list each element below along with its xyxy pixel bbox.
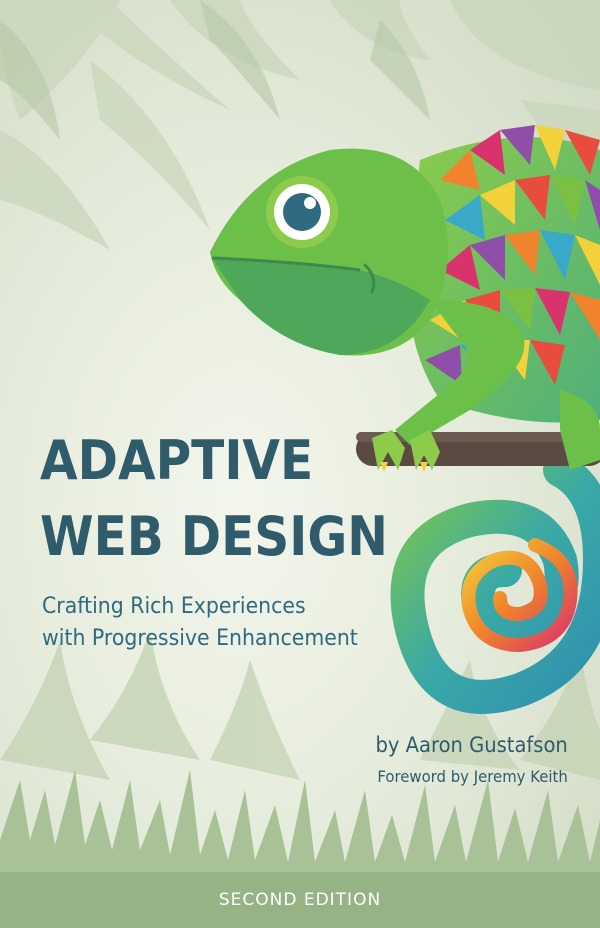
edition-label: SECOND EDITION <box>218 890 382 910</box>
author-name: by Aaron Gustafson <box>375 733 568 757</box>
foreword-credit: Foreword by Jeremy Keith <box>377 767 568 786</box>
chameleon-body <box>210 125 600 472</box>
chameleon-tail <box>390 453 600 714</box>
subtitle-line-2: with Progressive Enhancement <box>42 626 358 651</box>
subtitle-line-1: Crafting Rich Experiences <box>42 594 306 619</box>
title-line-2: WEB DESIGN <box>40 505 388 568</box>
book-cover: ADAPTIVE WEB DESIGN Crafting Rich Experi… <box>0 0 600 928</box>
title-line-1: ADAPTIVE <box>40 429 314 492</box>
